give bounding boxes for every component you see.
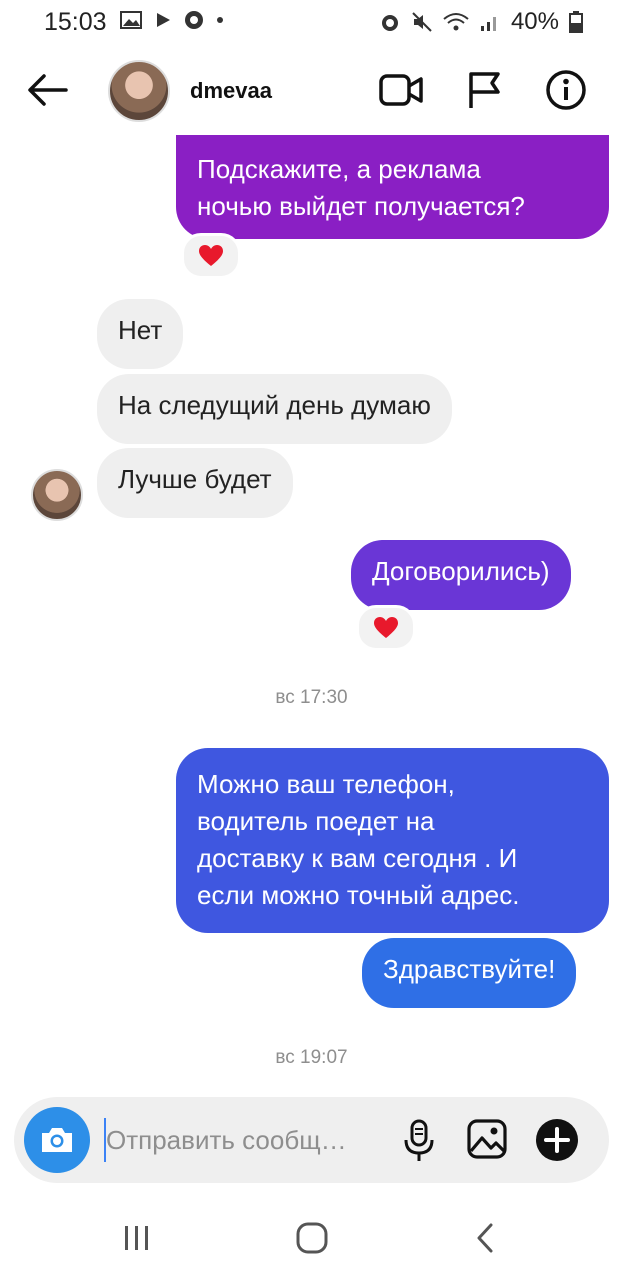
reaction-heart[interactable] xyxy=(181,233,241,279)
signal-icon xyxy=(480,17,496,31)
battery-icon xyxy=(569,11,583,33)
home-icon[interactable] xyxy=(292,1218,332,1258)
message-outgoing[interactable]: Можно ваш телефон, водитель поедет на до… xyxy=(176,748,609,933)
message-text-line: водитель поедет на xyxy=(197,806,435,836)
status-system-icons: 40% xyxy=(379,8,583,36)
timestamp: вс 19:07 xyxy=(275,1047,348,1068)
camera-button[interactable] xyxy=(24,1107,90,1173)
gallery-icon[interactable] xyxy=(466,1118,508,1160)
message-text-line: Подскажите, а реклама xyxy=(197,154,481,184)
status-notification-icons xyxy=(120,10,224,30)
image-icon xyxy=(120,11,142,29)
camera-icon xyxy=(42,1128,72,1152)
back-arrow-icon[interactable] xyxy=(26,72,70,108)
status-time: 15:03 xyxy=(44,8,107,36)
dot-icon xyxy=(217,17,223,23)
flag-icon[interactable] xyxy=(466,70,502,110)
header-username[interactable]: dmevaa xyxy=(190,78,272,104)
message-outgoing[interactable]: Здравствуйте! xyxy=(362,938,577,1008)
message-incoming[interactable]: На следущий день думаю xyxy=(97,374,452,444)
sender-avatar[interactable] xyxy=(31,469,83,521)
shield-icon xyxy=(185,11,203,29)
message-input[interactable] xyxy=(104,1118,396,1162)
info-icon[interactable] xyxy=(545,69,587,111)
timestamp: вс 17:30 xyxy=(275,687,348,708)
message-outgoing[interactable]: Договорились) xyxy=(351,540,571,610)
alarm-icon xyxy=(381,15,398,31)
message-text-line: если можно точный адрес. xyxy=(197,880,520,910)
video-call-icon[interactable] xyxy=(378,72,424,108)
mute-icon xyxy=(412,12,432,32)
plus-icon[interactable] xyxy=(535,1118,579,1162)
message-outgoing[interactable]: Подскажите, а реклама ночью выйдет получ… xyxy=(176,135,609,239)
header-avatar[interactable] xyxy=(108,60,170,122)
heart-icon xyxy=(199,245,223,266)
message-incoming[interactable]: Нет xyxy=(97,299,184,369)
message-incoming[interactable]: Лучше будет xyxy=(97,448,293,518)
message-text-line: ночью выйдет получается? xyxy=(197,191,525,221)
microphone-icon[interactable] xyxy=(401,1118,437,1164)
recent-apps-icon[interactable] xyxy=(120,1218,154,1258)
reaction-heart[interactable] xyxy=(356,605,416,651)
message-text-line: доставку к вам сегодня . И xyxy=(197,843,518,873)
back-nav-icon[interactable] xyxy=(470,1218,500,1258)
battery-level: 40% xyxy=(510,8,559,35)
message-text-line: Можно ваш телефон, xyxy=(197,769,455,799)
heart-icon xyxy=(374,617,398,638)
wifi-icon xyxy=(443,13,469,31)
play-icon xyxy=(157,13,170,27)
chat-area[interactable]: Подскажите, а реклама ночью выйдет получ… xyxy=(0,135,623,1090)
